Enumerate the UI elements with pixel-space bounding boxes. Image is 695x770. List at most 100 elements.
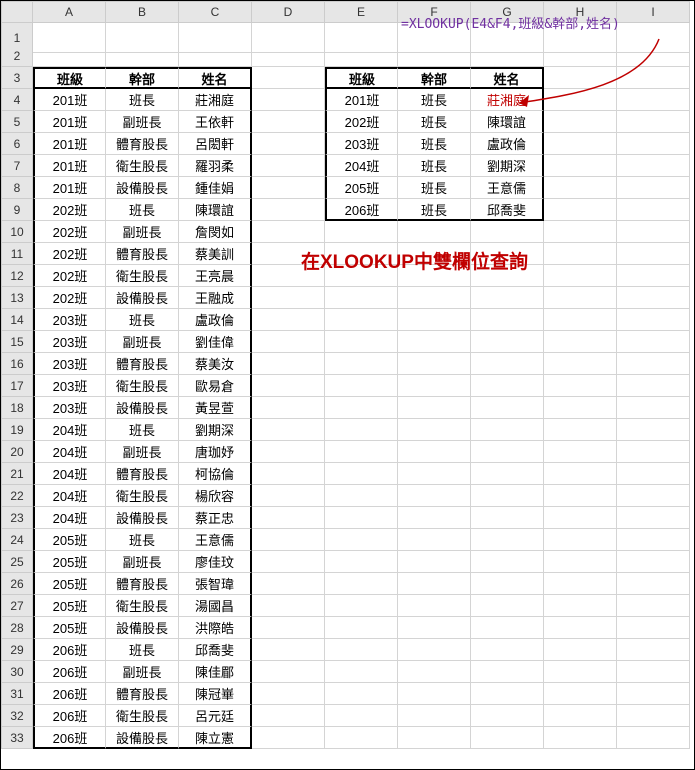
row-header-32[interactable]: 32	[1, 705, 33, 727]
cell-D22[interactable]	[252, 485, 325, 507]
cell-F3[interactable]: 幹部	[398, 67, 471, 89]
cell-C30[interactable]: 陳佳郿	[179, 661, 252, 683]
row-header-10[interactable]: 10	[1, 221, 33, 243]
cell-G21[interactable]	[471, 463, 544, 485]
cell-E7[interactable]: 204班	[325, 155, 398, 177]
cell-F28[interactable]	[398, 617, 471, 639]
cell-E18[interactable]	[325, 397, 398, 419]
cell-I26[interactable]	[617, 573, 690, 595]
cell-D20[interactable]	[252, 441, 325, 463]
cell-H11[interactable]	[544, 243, 617, 265]
cell-I8[interactable]	[617, 177, 690, 199]
cell-F8[interactable]: 班長	[398, 177, 471, 199]
cell-I14[interactable]	[617, 309, 690, 331]
row-header-22[interactable]: 22	[1, 485, 33, 507]
cell-G13[interactable]	[471, 287, 544, 309]
cell-D13[interactable]	[252, 287, 325, 309]
cell-F7[interactable]: 班長	[398, 155, 471, 177]
row-header-25[interactable]: 25	[1, 551, 33, 573]
cell-G22[interactable]	[471, 485, 544, 507]
cell-I21[interactable]	[617, 463, 690, 485]
cell-C25[interactable]: 廖佳玟	[179, 551, 252, 573]
cell-A3[interactable]: 班級	[33, 67, 106, 89]
cell-C3[interactable]: 姓名	[179, 67, 252, 89]
cell-G19[interactable]	[471, 419, 544, 441]
cell-A13[interactable]: 202班	[33, 287, 106, 309]
cell-H23[interactable]	[544, 507, 617, 529]
cell-A10[interactable]: 202班	[33, 221, 106, 243]
row-header-24[interactable]: 24	[1, 529, 33, 551]
cell-B4[interactable]: 班長	[106, 89, 179, 111]
cell-C10[interactable]: 詹閔如	[179, 221, 252, 243]
cell-B26[interactable]: 體育股長	[106, 573, 179, 595]
cell-B2[interactable]	[106, 45, 179, 67]
cell-F27[interactable]	[398, 595, 471, 617]
cell-F24[interactable]	[398, 529, 471, 551]
cell-A16[interactable]: 203班	[33, 353, 106, 375]
cell-G24[interactable]	[471, 529, 544, 551]
cell-H26[interactable]	[544, 573, 617, 595]
cell-F22[interactable]	[398, 485, 471, 507]
cell-F13[interactable]	[398, 287, 471, 309]
cell-H9[interactable]	[544, 199, 617, 221]
cell-H31[interactable]	[544, 683, 617, 705]
cell-G32[interactable]	[471, 705, 544, 727]
cell-A18[interactable]: 203班	[33, 397, 106, 419]
cell-C2[interactable]	[179, 45, 252, 67]
cell-H12[interactable]	[544, 265, 617, 287]
cell-D19[interactable]	[252, 419, 325, 441]
cell-B19[interactable]: 班長	[106, 419, 179, 441]
cell-B32[interactable]: 衛生股長	[106, 705, 179, 727]
cell-I6[interactable]	[617, 133, 690, 155]
cell-E22[interactable]	[325, 485, 398, 507]
cell-E21[interactable]	[325, 463, 398, 485]
row-header-4[interactable]: 4	[1, 89, 33, 111]
cell-D27[interactable]	[252, 595, 325, 617]
cell-I22[interactable]	[617, 485, 690, 507]
cell-G7[interactable]: 劉期深	[471, 155, 544, 177]
cell-H17[interactable]	[544, 375, 617, 397]
cell-E13[interactable]	[325, 287, 398, 309]
cell-F20[interactable]	[398, 441, 471, 463]
cell-C21[interactable]: 柯協倫	[179, 463, 252, 485]
cell-G3[interactable]: 姓名	[471, 67, 544, 89]
cell-E31[interactable]	[325, 683, 398, 705]
cell-E16[interactable]	[325, 353, 398, 375]
cell-C18[interactable]: 黃昱萱	[179, 397, 252, 419]
cell-H6[interactable]	[544, 133, 617, 155]
row-header-7[interactable]: 7	[1, 155, 33, 177]
cell-H32[interactable]	[544, 705, 617, 727]
cell-F4[interactable]: 班長	[398, 89, 471, 111]
cell-G10[interactable]	[471, 221, 544, 243]
cell-I3[interactable]	[617, 67, 690, 89]
cell-B10[interactable]: 副班長	[106, 221, 179, 243]
cell-E19[interactable]	[325, 419, 398, 441]
cell-E24[interactable]	[325, 529, 398, 551]
cell-B9[interactable]: 班長	[106, 199, 179, 221]
cell-A33[interactable]: 206班	[33, 727, 106, 749]
cell-G26[interactable]	[471, 573, 544, 595]
cell-I28[interactable]	[617, 617, 690, 639]
cell-D26[interactable]	[252, 573, 325, 595]
cell-C8[interactable]: 鍾佳娟	[179, 177, 252, 199]
cell-A31[interactable]: 206班	[33, 683, 106, 705]
cell-D21[interactable]	[252, 463, 325, 485]
cell-H7[interactable]	[544, 155, 617, 177]
cell-A6[interactable]: 201班	[33, 133, 106, 155]
cell-G30[interactable]	[471, 661, 544, 683]
cell-G17[interactable]	[471, 375, 544, 397]
cell-B18[interactable]: 設備股長	[106, 397, 179, 419]
cell-E27[interactable]	[325, 595, 398, 617]
cell-B20[interactable]: 副班長	[106, 441, 179, 463]
cell-E14[interactable]	[325, 309, 398, 331]
cell-I31[interactable]	[617, 683, 690, 705]
col-header-D[interactable]: D	[252, 1, 325, 23]
cell-I19[interactable]	[617, 419, 690, 441]
cell-D16[interactable]	[252, 353, 325, 375]
cell-A15[interactable]: 203班	[33, 331, 106, 353]
cell-D7[interactable]	[252, 155, 325, 177]
cell-G33[interactable]	[471, 727, 544, 749]
cell-D18[interactable]	[252, 397, 325, 419]
cell-E9[interactable]: 206班	[325, 199, 398, 221]
cell-G5[interactable]: 陳環誼	[471, 111, 544, 133]
